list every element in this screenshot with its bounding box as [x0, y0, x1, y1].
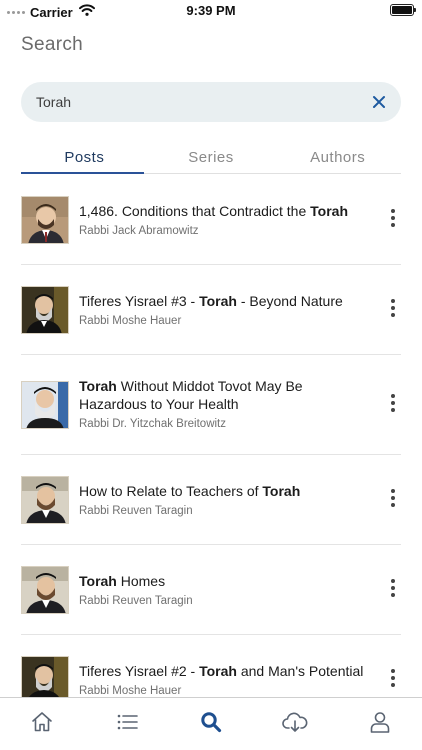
result-text: Tiferes Yisrael #2 - Torah and Man's Pot… — [79, 662, 367, 697]
results-list: 1,486. Conditions that Contradict the To… — [0, 175, 422, 725]
search-box — [21, 82, 401, 122]
result-author: Rabbi Dr. Yitzchak Breitowitz — [79, 418, 227, 430]
result-author: Rabbi Reuven Taragin — [79, 505, 193, 517]
bottom-nav — [0, 697, 422, 750]
title-segment: Homes — [116, 573, 166, 589]
clear-icon[interactable] — [371, 94, 387, 110]
author-avatar — [21, 476, 69, 524]
cloud-download-icon — [282, 712, 308, 732]
results-tabs: Posts Series Authors — [21, 140, 401, 174]
title-segment: - Beyond Nature — [236, 293, 343, 309]
list-item[interactable]: Tiferes Yisrael #3 - Torah - Beyond Natu… — [21, 265, 401, 355]
list-item[interactable]: Torah Without Middot Tovot May Be Hazard… — [21, 355, 401, 455]
result-text: Torah Without Middot Tovot May Be Hazard… — [79, 377, 367, 430]
highlight-term: Torah — [79, 378, 117, 394]
page-title: Search — [21, 34, 84, 55]
result-title: Tiferes Yisrael #3 - Torah - Beyond Natu… — [79, 292, 367, 310]
list-item[interactable]: 1,486. Conditions that Contradict the To… — [21, 175, 401, 265]
title-segment: Tiferes Yisrael #2 - — [79, 663, 200, 679]
more-options-icon[interactable] — [389, 579, 397, 601]
highlight-term: Torah — [199, 663, 237, 679]
result-text: Torah Homes Rabbi Reuven Taragin — [79, 572, 367, 607]
list-item[interactable]: Torah Homes Rabbi Reuven Taragin — [21, 545, 401, 635]
author-avatar — [21, 381, 69, 429]
tab-posts[interactable]: Posts — [21, 140, 148, 173]
battery-icon — [390, 4, 416, 16]
highlight-term: Torah — [79, 573, 117, 589]
nav-home[interactable] — [0, 698, 84, 750]
tab-series[interactable]: Series — [148, 140, 275, 173]
result-author: Rabbi Reuven Taragin — [79, 595, 193, 607]
title-segment: and Man's Potential — [236, 663, 364, 679]
result-title: How to Relate to Teachers of Torah — [79, 482, 367, 500]
home-icon — [32, 712, 53, 732]
more-options-icon[interactable] — [389, 669, 397, 691]
title-segment: Tiferes Yisrael #3 - — [79, 293, 200, 309]
list-icon — [117, 714, 138, 730]
result-title: Torah Without Middot Tovot May Be Hazard… — [79, 377, 367, 413]
highlight-term: Torah — [310, 203, 349, 219]
highlight-term: Torah — [262, 483, 301, 499]
result-text: How to Relate to Teachers of Torah Rabbi… — [79, 482, 367, 517]
nav-search[interactable] — [169, 698, 253, 750]
result-title: Tiferes Yisrael #2 - Torah and Man's Pot… — [79, 662, 367, 680]
highlight-term: Torah — [199, 293, 237, 309]
author-avatar — [21, 566, 69, 614]
status-bar: Carrier 9:39 PM — [0, 0, 422, 22]
search-input[interactable] — [36, 82, 356, 122]
list-item[interactable]: How to Relate to Teachers of Torah Rabbi… — [21, 455, 401, 545]
result-text: 1,486. Conditions that Contradict the To… — [79, 202, 367, 237]
more-options-icon[interactable] — [389, 209, 397, 231]
title-segment: 1,486. Conditions that Contradict the — [79, 203, 311, 219]
title-segment: How to Relate to Teachers of — [79, 483, 263, 499]
status-time: 9:39 PM — [186, 3, 236, 18]
result-author: Rabbi Moshe Hauer — [79, 685, 182, 697]
nav-profile[interactable] — [338, 698, 422, 750]
result-text: Tiferes Yisrael #3 - Torah - Beyond Natu… — [79, 292, 367, 327]
author-avatar — [21, 286, 69, 334]
nav-list[interactable] — [84, 698, 168, 750]
result-author: Rabbi Jack Abramowitz — [79, 225, 199, 237]
result-title: 1,486. Conditions that Contradict the To… — [79, 202, 367, 220]
more-options-icon[interactable] — [389, 394, 397, 416]
tab-authors[interactable]: Authors — [274, 140, 401, 173]
more-options-icon[interactable] — [389, 489, 397, 511]
profile-icon — [370, 712, 390, 733]
nav-downloads[interactable] — [253, 698, 337, 750]
result-title: Torah Homes — [79, 572, 367, 590]
active-tab-indicator — [21, 172, 144, 174]
more-options-icon[interactable] — [389, 299, 397, 321]
search-icon — [201, 712, 222, 733]
author-avatar — [21, 196, 69, 244]
result-author: Rabbi Moshe Hauer — [79, 315, 182, 327]
